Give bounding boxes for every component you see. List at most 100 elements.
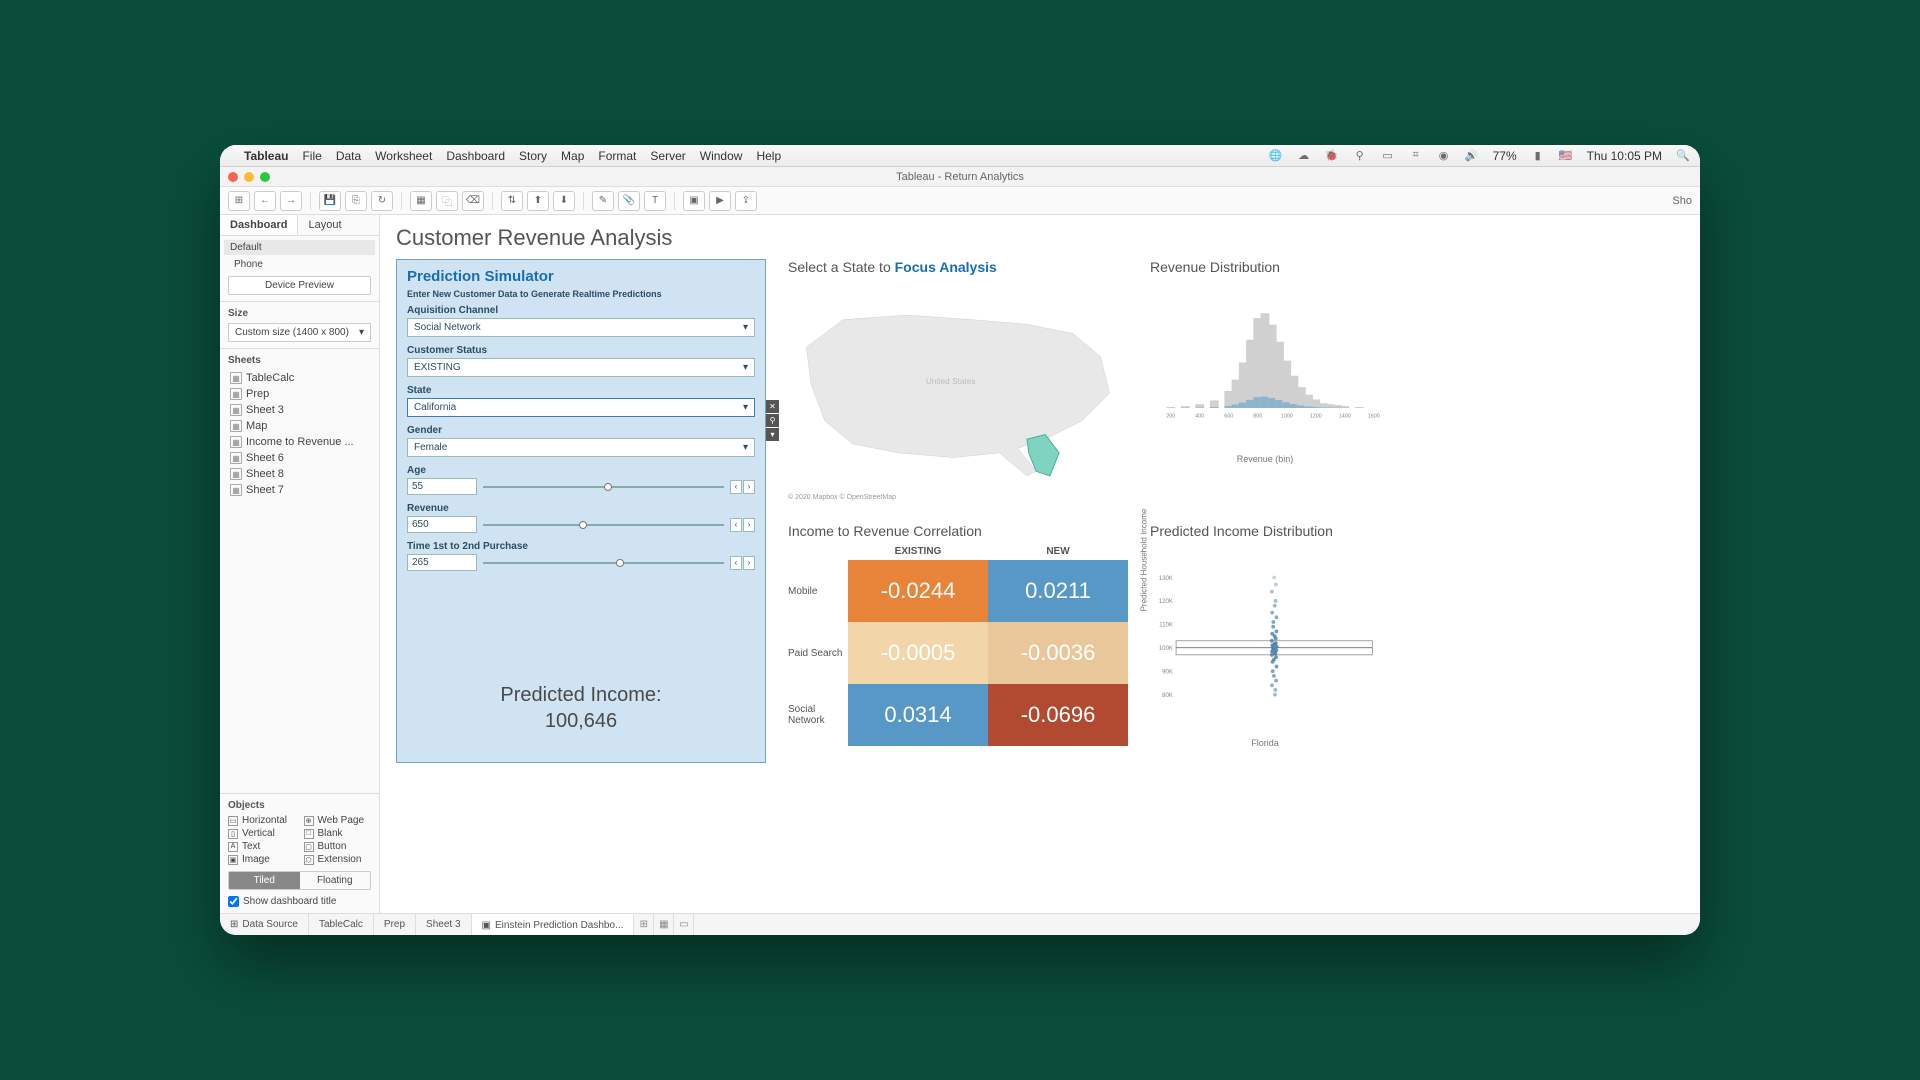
duplicate-button[interactable]: ⿻ [436,191,458,211]
menu-worksheet[interactable]: Worksheet [375,149,432,163]
show-title-checkbox[interactable]: Show dashboard title [228,896,371,907]
spotlight-icon[interactable]: 🔍 [1676,149,1690,163]
device-default[interactable]: Default [224,240,375,255]
gender-select[interactable]: Female▾ [407,438,755,457]
revenue-input[interactable]: 650 [407,516,477,533]
wifi-icon[interactable]: ◉ [1437,149,1451,163]
time-input[interactable]: 265 [407,554,477,571]
new-sheet-button[interactable]: ⊞ [634,914,654,935]
tableau-logo-icon[interactable]: ⊞ [228,191,250,211]
tab-layout[interactable]: Layout [298,215,351,235]
forward-button[interactable]: → [280,191,302,211]
clock[interactable]: Thu 10:05 PM [1587,149,1662,163]
obj-text[interactable]: AText [228,841,296,852]
age-input[interactable]: 55 [407,478,477,495]
menu-story[interactable]: Story [519,149,547,163]
sheet-item[interactable]: ▦Map [228,418,371,434]
sheet-item[interactable]: ▦Prep [228,386,371,402]
device-preview-button[interactable]: Device Preview [228,276,371,295]
heatmap-cell[interactable]: -0.0696 [988,684,1128,746]
step-right-icon[interactable]: › [743,518,755,532]
customer-status-select[interactable]: EXISTING▾ [407,358,755,377]
globe-icon[interactable]: 🌐 [1269,149,1283,163]
sheet-tab[interactable]: Sheet 3 [416,914,471,935]
group-button[interactable]: 📎 [618,191,640,211]
share-button[interactable]: ⇪ [735,191,757,211]
bluetooth-icon[interactable]: ⌗ [1409,149,1423,163]
volume-icon[interactable]: 🔊 [1465,149,1479,163]
tab-dashboard[interactable]: Dashboard [220,215,298,235]
clear-button[interactable]: ⌫ [462,191,484,211]
menu-data[interactable]: Data [336,149,361,163]
acquisition-channel-select[interactable]: Social Network▾ [407,318,755,337]
more-icon[interactable]: ▾ [766,428,779,441]
fit-button[interactable]: ▣ [683,191,705,211]
state-select[interactable]: California▾ [407,398,755,417]
heatmap-cell[interactable]: -0.0005 [848,622,988,684]
step-right-icon[interactable]: › [743,480,755,494]
step-left-icon[interactable]: ‹ [730,556,742,570]
scatter-viz[interactable]: Predicted Income Distribution Predicted … [1150,523,1380,763]
menu-map[interactable]: Map [561,149,584,163]
menu-dashboard[interactable]: Dashboard [446,149,505,163]
time-slider[interactable] [483,562,724,564]
sheet-item[interactable]: ▦Sheet 8 [228,466,371,482]
size-select[interactable]: Custom size (1400 x 800)▾ [228,323,371,342]
sheet-tab[interactable]: TableCalc [309,914,374,935]
data-source-tab[interactable]: ⊞ Data Source [220,914,309,935]
obj-extension[interactable]: ⬡Extension [304,854,372,865]
heatmap-cell[interactable]: -0.0036 [988,622,1128,684]
sheet-item[interactable]: ▦Sheet 6 [228,450,371,466]
heatmap-cell[interactable]: 0.0314 [848,684,988,746]
new-worksheet-button[interactable]: ▦ [410,191,432,211]
display-icon[interactable]: ▭ [1381,149,1395,163]
obj-button[interactable]: ▢Button [304,841,372,852]
highlight-button[interactable]: ✎ [592,191,614,211]
us-map[interactable]: United States [788,279,1128,489]
sheet-item[interactable]: ▦Sheet 3 [228,402,371,418]
menu-format[interactable]: Format [598,149,636,163]
sheet-item[interactable]: ▦TableCalc [228,370,371,386]
presentation-button[interactable]: ▶ [709,191,731,211]
obj-horizontal[interactable]: ▭Horizontal [228,815,296,826]
show-me-button[interactable]: Sho [1672,195,1692,207]
menu-help[interactable]: Help [756,149,781,163]
new-story-button[interactable]: ▭ [674,914,694,935]
flag-icon[interactable]: 🇺🇸 [1559,149,1573,163]
swap-button[interactable]: ⇅ [501,191,523,211]
revenue-slider[interactable] [483,524,724,526]
tiled-toggle[interactable]: Tiled [229,872,300,889]
maximize-window-button[interactable] [260,172,270,182]
refresh-button[interactable]: ↻ [371,191,393,211]
step-left-icon[interactable]: ‹ [730,518,742,532]
sheet-tab[interactable]: Prep [374,914,416,935]
sort-asc-button[interactable]: ⬆ [527,191,549,211]
sheet-item[interactable]: ▦Income to Revenue ... [228,434,371,450]
obj-image[interactable]: ▣Image [228,854,296,865]
focus-analysis-link[interactable]: Focus Analysis [895,259,997,275]
search-icon[interactable]: ⚲ [1353,149,1367,163]
heatmap-cell[interactable]: -0.0244 [848,560,988,622]
app-name[interactable]: Tableau [244,149,288,163]
obj-webpage[interactable]: ⊕Web Page [304,815,372,826]
device-phone[interactable]: Phone [228,257,371,272]
bug-icon[interactable]: 🐞 [1325,149,1339,163]
step-left-icon[interactable]: ‹ [730,480,742,494]
step-right-icon[interactable]: › [743,556,755,570]
sheet-tab-active[interactable]: ▣ Einstein Prediction Dashbo... [472,914,635,935]
floating-toggle[interactable]: Floating [300,872,371,889]
menu-server[interactable]: Server [650,149,685,163]
back-button[interactable]: ← [254,191,276,211]
histogram-viz[interactable]: Revenue Distribution 2004006008001000120… [1150,259,1380,509]
new-data-button[interactable]: ⎘ [345,191,367,211]
save-button[interactable]: 💾 [319,191,341,211]
menu-file[interactable]: File [302,149,321,163]
cloud-icon[interactable]: ☁ [1297,149,1311,163]
close-window-button[interactable] [228,172,238,182]
obj-blank[interactable]: □Blank [304,828,372,839]
heatmap-cell[interactable]: 0.0211 [988,560,1128,622]
obj-vertical[interactable]: ▯Vertical [228,828,296,839]
minimize-window-button[interactable] [244,172,254,182]
map-viz[interactable]: Select a State to Focus Analysis United … [788,259,1128,509]
sheet-item[interactable]: ▦Sheet 7 [228,482,371,498]
